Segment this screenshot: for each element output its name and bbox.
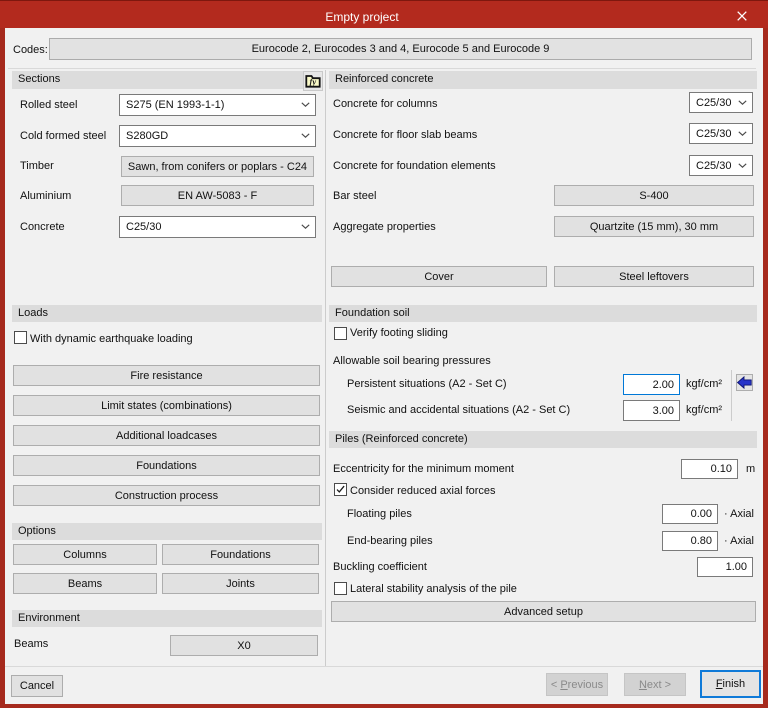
svg-text:fy: fy: [310, 77, 317, 87]
